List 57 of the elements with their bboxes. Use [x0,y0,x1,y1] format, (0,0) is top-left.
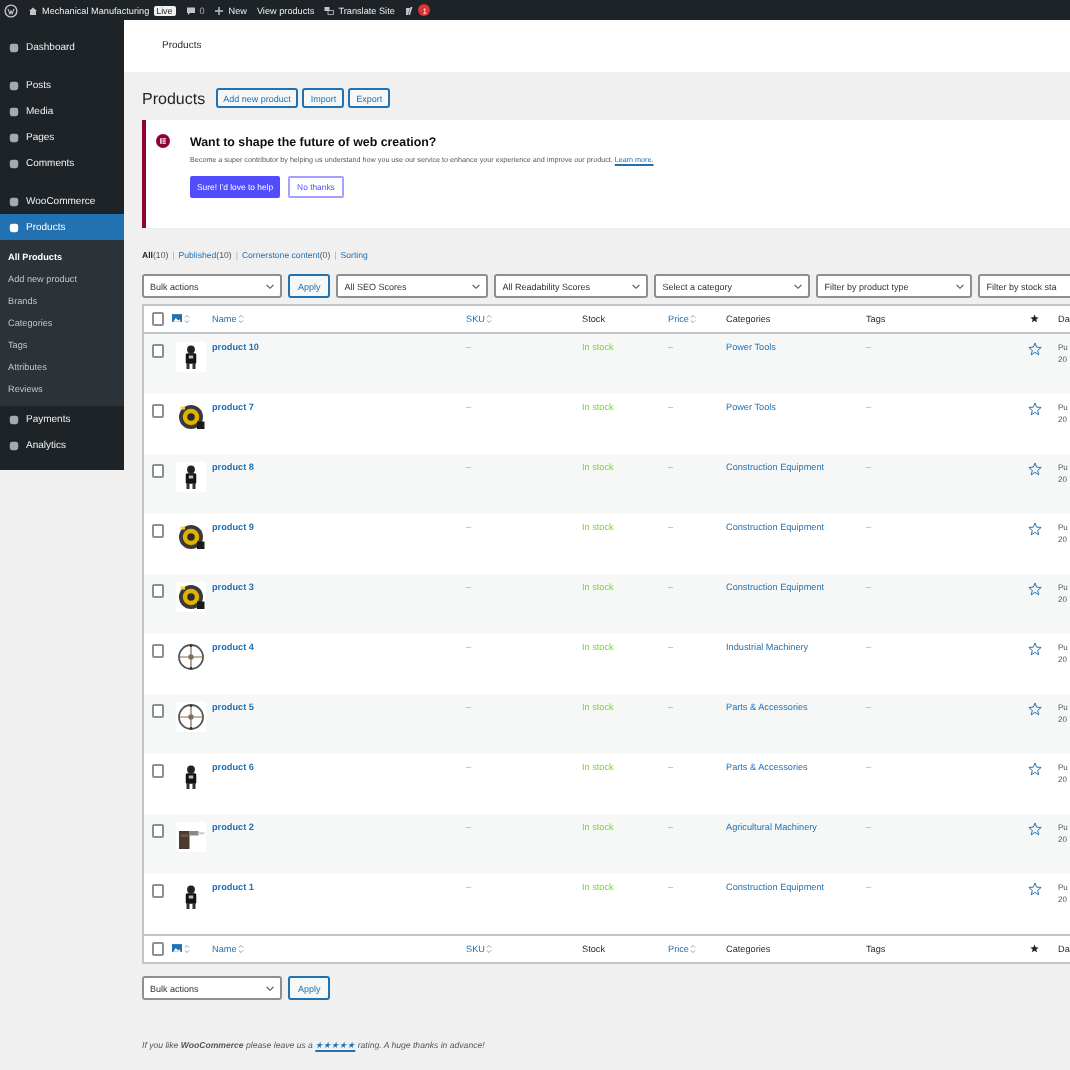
row-checkbox[interactable] [151,584,165,597]
home-icon [28,5,38,15]
featured-star-icon[interactable] [1028,702,1042,716]
featured-star-icon[interactable] [1028,462,1042,476]
caret-icon [472,283,481,289]
row-checkbox[interactable] [151,824,165,837]
column-header[interactable] [172,943,190,954]
rounded-square-icon [8,195,20,207]
rounded-square-icon [8,41,20,53]
sort-icon [690,944,697,954]
caret-icon [632,283,641,289]
caret-icon [266,985,274,991]
select-all-checkbox[interactable] [151,312,165,326]
sort-icon [486,944,493,954]
row-checkbox[interactable] [151,884,165,897]
rounded-square-icon [8,221,20,233]
row-checkbox[interactable] [151,464,165,477]
comment-icon [185,5,196,15]
featured-star-icon[interactable] [1028,762,1042,776]
rounded-square-icon [8,79,20,91]
caret-icon [956,283,965,289]
sort-icon [690,314,697,324]
rounded-square-icon [8,157,20,169]
column-header[interactable] [172,313,190,324]
seo-plugin-icon [404,5,415,15]
wordpress-logo-icon[interactable] [4,3,18,17]
featured-star-icon[interactable] [1028,822,1042,836]
featured-star-icon[interactable] [1028,882,1042,896]
sort-icon [486,314,493,324]
translate-icon [324,5,335,15]
image-icon [172,313,182,323]
row-checkbox[interactable] [151,704,165,717]
row-checkbox[interactable] [151,404,165,417]
rounded-square-icon [8,439,20,451]
sort-icon [238,944,245,954]
row-checkbox[interactable] [151,344,165,357]
featured-star-icon[interactable] [1028,342,1042,356]
page-title: Products [142,89,206,107]
featured-star-icon[interactable] [1028,582,1042,596]
row-checkbox[interactable] [151,524,165,537]
plus-icon [214,5,225,15]
featured-star-icon[interactable] [1028,522,1042,536]
sort-icon [238,314,245,324]
sort-icon [184,943,190,954]
sort-icon [184,313,190,324]
rounded-square-icon [8,131,20,143]
elementor-logo-icon [156,134,170,148]
caret-icon [794,283,803,289]
select-all-checkbox[interactable] [151,942,165,956]
featured-star-icon[interactable] [1028,642,1042,656]
row-checkbox[interactable] [151,644,165,657]
rounded-square-icon [8,413,20,425]
featured-star-icon[interactable] [1028,402,1042,416]
image-icon [172,943,182,953]
row-checkbox[interactable] [151,764,165,777]
rounded-square-icon [8,105,20,117]
caret-icon [266,283,274,289]
